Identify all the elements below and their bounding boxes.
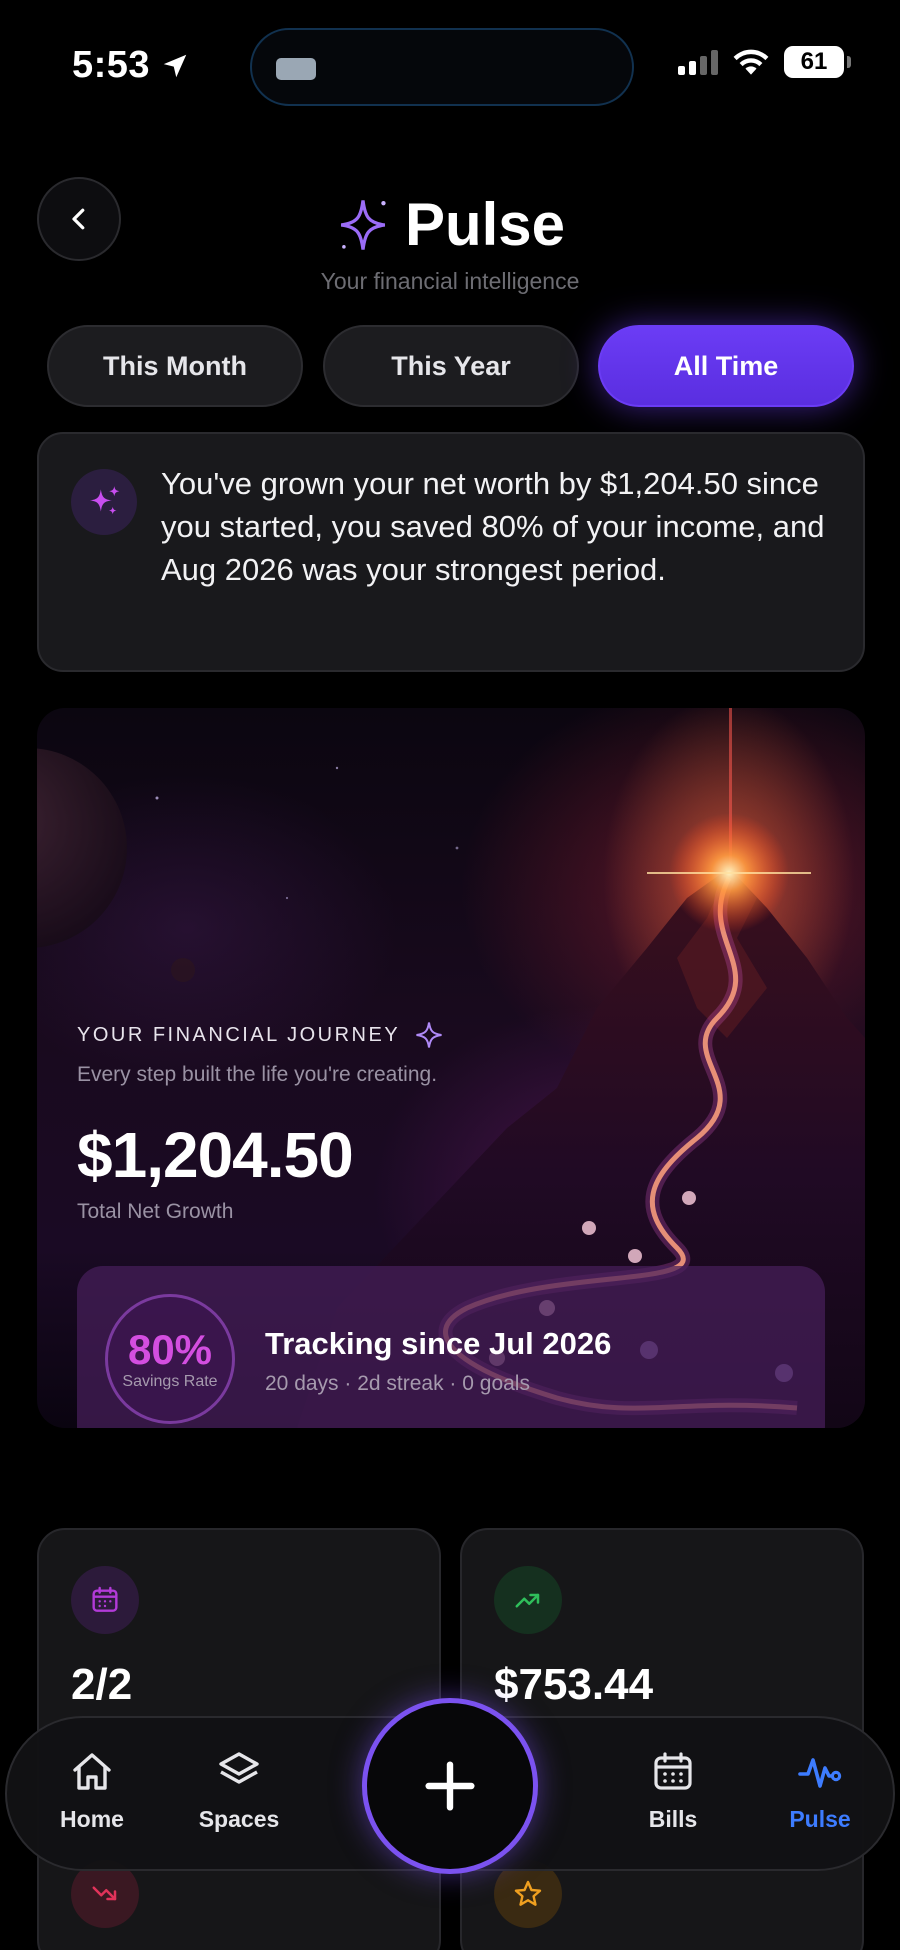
- calendar-icon: [71, 1566, 139, 1634]
- period-this-year[interactable]: This Year: [323, 325, 579, 407]
- journey-kicker-text: YOUR FINANCIAL JOURNEY: [77, 1023, 401, 1046]
- tab-home-label: Home: [60, 1806, 124, 1832]
- pulse-icon: [798, 1758, 842, 1788]
- tab-bills-label: Bills: [648, 1806, 698, 1832]
- tab-bills[interactable]: Bills: [608, 1748, 738, 1833]
- savings-rate-label: Savings Rate: [122, 1373, 218, 1390]
- journey-kicker: YOUR FINANCIAL JOURNEY: [77, 1020, 444, 1050]
- battery-level: 61: [800, 48, 828, 75]
- page-title-text: Pulse: [404, 191, 566, 258]
- wifi-icon: [733, 49, 769, 75]
- sparkle-icon: [340, 199, 386, 250]
- journey-subtitle: Every step built the life you're creatin…: [77, 1063, 438, 1086]
- tab-pulse-label: Pulse: [789, 1806, 851, 1832]
- ai-sparkles-icon: [71, 469, 137, 535]
- period-all-time[interactable]: All Time: [598, 325, 854, 407]
- tab-spaces-label: Spaces: [198, 1806, 280, 1832]
- tab-spaces[interactable]: Spaces: [174, 1748, 304, 1833]
- battery-indicator: 61: [784, 46, 851, 78]
- pulse-screen: 5:53 61 Pulse Your financial intelligenc…: [0, 0, 900, 1950]
- net-growth-amount: $1,204.50: [77, 1119, 354, 1191]
- status-indicators: 61: [678, 46, 851, 78]
- net-growth-label: Total Net Growth: [77, 1200, 234, 1223]
- page-title: Pulse: [0, 190, 900, 259]
- cellular-signal-icon: [678, 49, 718, 75]
- tab-pulse[interactable]: Pulse: [755, 1748, 885, 1833]
- tracking-summary: 80% Savings Rate Tracking since Jul 2026…: [77, 1266, 825, 1428]
- income-value: $753.44: [494, 1660, 654, 1709]
- trending-up-icon: [494, 1566, 562, 1634]
- status-time: 5:53: [72, 44, 190, 87]
- plus-icon: [425, 1761, 475, 1811]
- layers-icon: [219, 1752, 259, 1784]
- dynamic-island: [250, 28, 634, 106]
- page-subtitle: Your financial intelligence: [320, 268, 580, 294]
- location-arrow-icon: [163, 54, 187, 77]
- insight-text: You've grown your net worth by $1,204.50…: [161, 466, 825, 587]
- add-button[interactable]: [362, 1698, 538, 1874]
- insight-card: You've grown your net worth by $1,204.50…: [37, 432, 865, 672]
- status-time-text: 5:53: [72, 44, 151, 86]
- tracking-title: Tracking since Jul 2026: [265, 1326, 612, 1361]
- journey-card[interactable]: YOUR FINANCIAL JOURNEY Every step built …: [37, 708, 865, 1428]
- savings-rate-ring: 80% Savings Rate: [105, 1294, 235, 1424]
- tab-home[interactable]: Home: [27, 1748, 157, 1833]
- calendar-icon: [654, 1752, 692, 1790]
- tracking-meta: 20 days · 2d streak · 0 goals: [265, 1372, 530, 1395]
- bills-paid-value: 2/2: [71, 1660, 133, 1709]
- period-this-month[interactable]: This Month: [47, 325, 303, 407]
- home-icon: [73, 1753, 111, 1790]
- sparkle-icon: [416, 1022, 442, 1048]
- savings-rate-value: 80%: [127, 1326, 213, 1373]
- island-activity-icon: [276, 58, 316, 80]
